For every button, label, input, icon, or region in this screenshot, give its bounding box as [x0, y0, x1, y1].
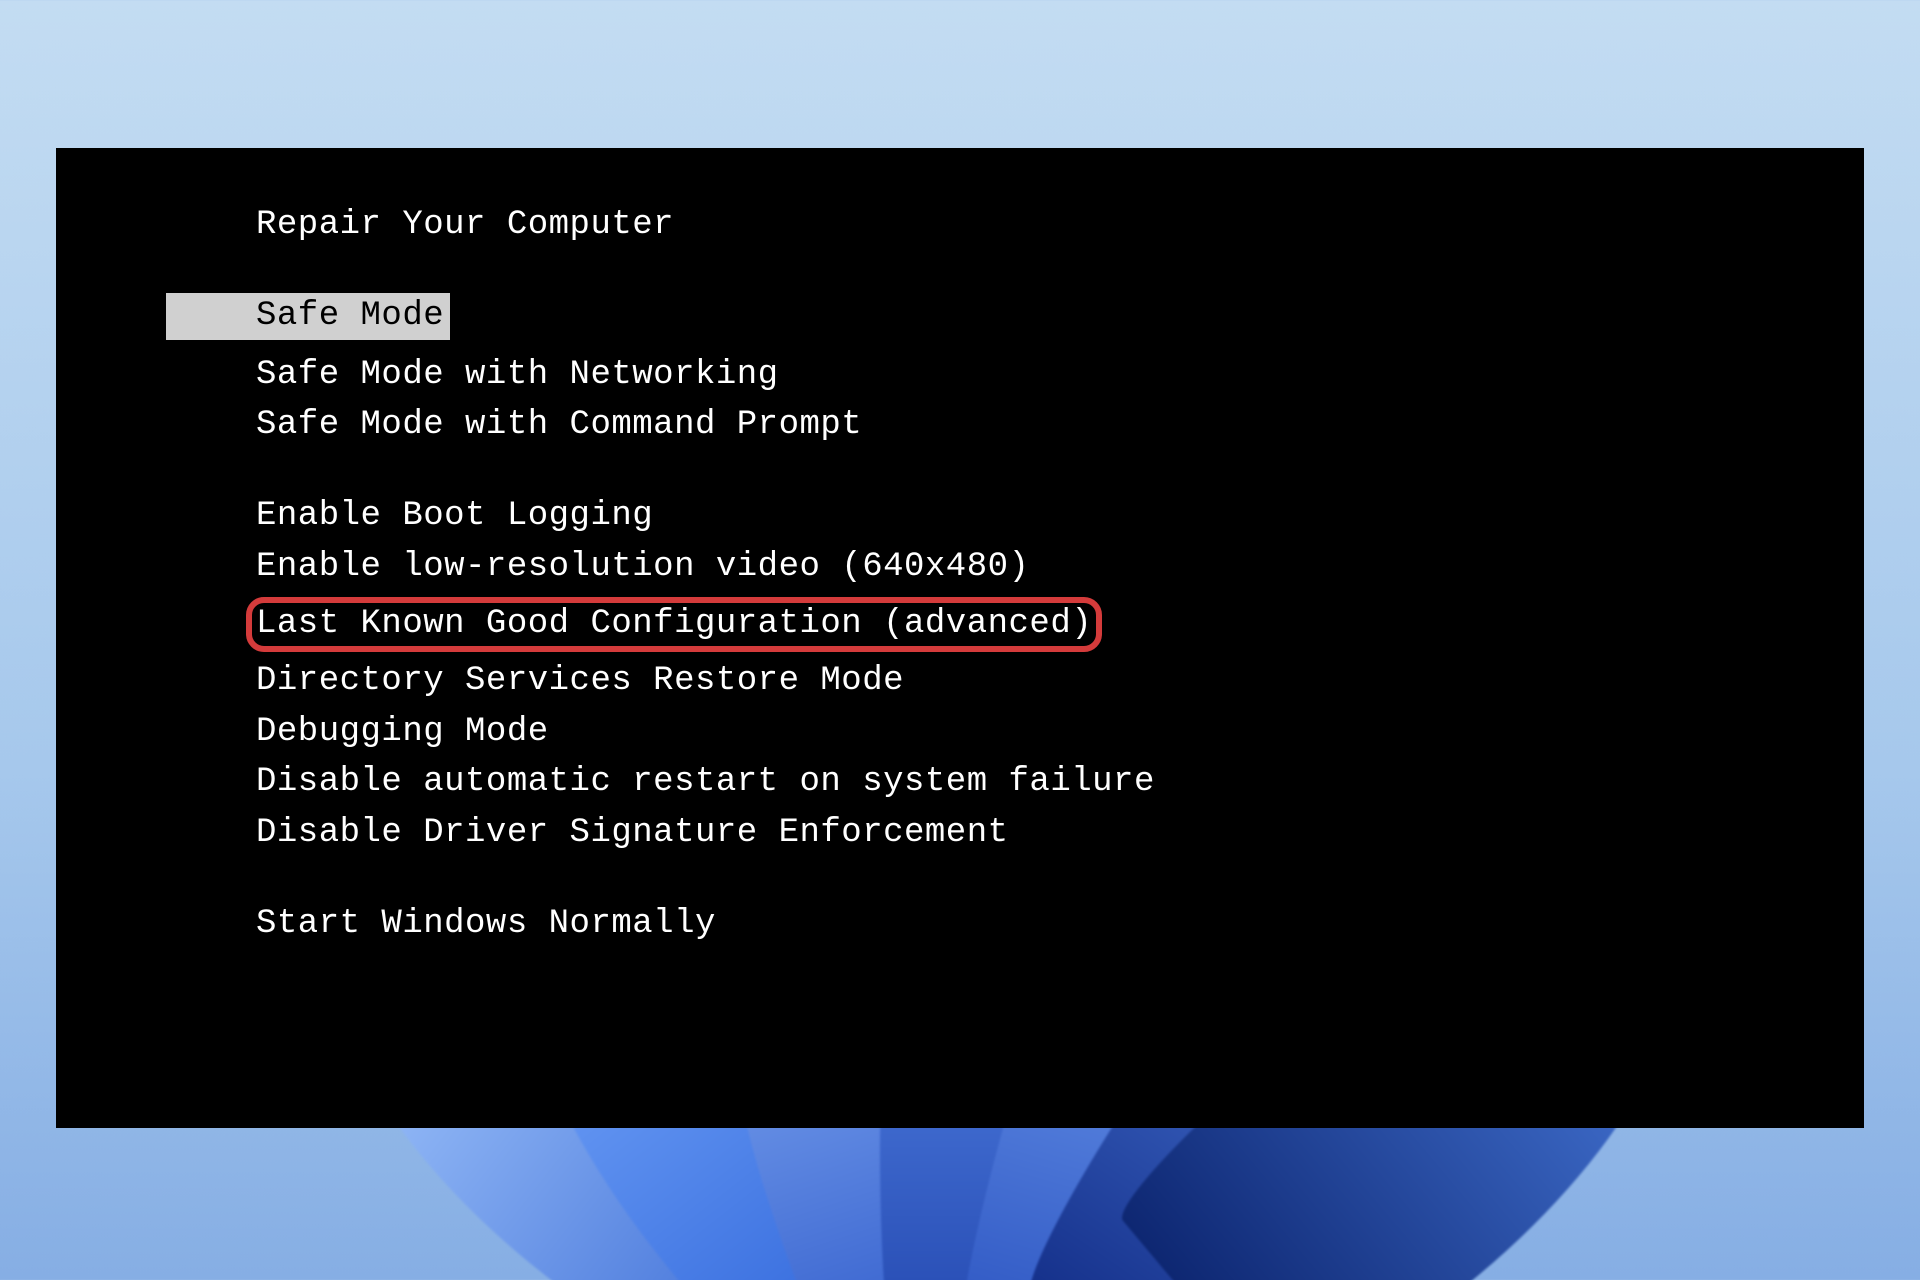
boot-option-low-resolution-video[interactable]: Enable low-resolution video (640x480) [256, 546, 1864, 589]
spacer [256, 255, 1864, 287]
spacer [256, 455, 1864, 487]
boot-option-last-known-good-configuration[interactable]: Last Known Good Configuration (advanced) [246, 603, 1102, 646]
boot-option-safe-mode[interactable]: Safe Mode [256, 295, 444, 338]
boot-option-enable-boot-logging[interactable]: Enable Boot Logging [256, 495, 1864, 538]
boot-option-disable-automatic-restart[interactable]: Disable automatic restart on system fail… [256, 761, 1864, 804]
advanced-boot-options-screen: Repair Your Computer Safe Mode Safe Mode… [56, 148, 1864, 1128]
boot-option-debugging-mode[interactable]: Debugging Mode [256, 711, 1864, 754]
boot-option-repair-your-computer[interactable]: Repair Your Computer [256, 204, 1864, 247]
boot-option-disable-driver-signature-enforcement[interactable]: Disable Driver Signature Enforcement [256, 812, 1864, 855]
boot-option-start-windows-normally[interactable]: Start Windows Normally [256, 903, 1864, 946]
boot-option-label: Last Known Good Configuration (advanced) [256, 605, 1092, 643]
boot-option-safe-mode-networking[interactable]: Safe Mode with Networking [256, 354, 1864, 397]
spacer [256, 863, 1864, 895]
boot-option-directory-services-restore-mode[interactable]: Directory Services Restore Mode [256, 660, 1864, 703]
boot-option-label: Safe Mode [256, 297, 444, 335]
boot-option-safe-mode-command-prompt[interactable]: Safe Mode with Command Prompt [256, 404, 1864, 447]
